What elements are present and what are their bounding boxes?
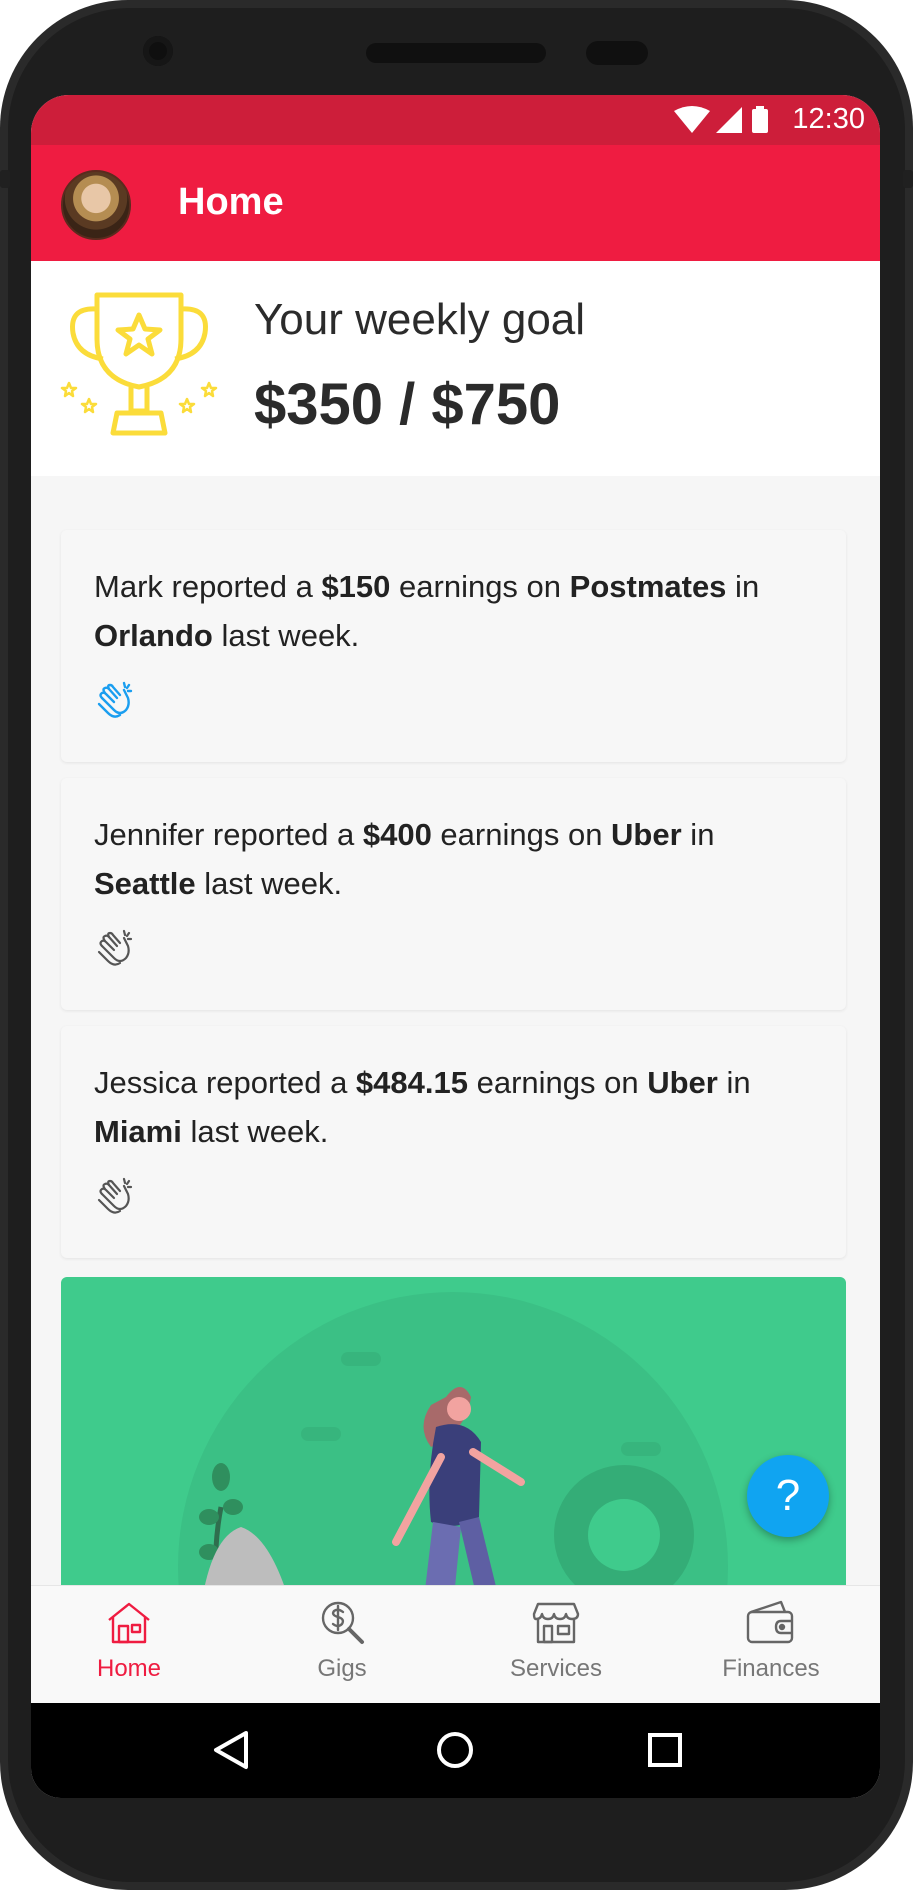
weekly-goal-amount: $350 / $750	[254, 372, 561, 437]
feed-card: Jessica reported a $484.15 earnings on U…	[61, 1026, 846, 1258]
tab-finances[interactable]: Finances	[671, 1598, 871, 1683]
cell-signal-icon	[716, 107, 742, 133]
trophy-icon	[60, 292, 218, 436]
gig-platform: Uber	[611, 817, 682, 852]
report-mid: earnings on	[431, 817, 612, 852]
help-button[interactable]: ?	[747, 1455, 829, 1537]
earning-amount: $400	[362, 817, 432, 852]
weekly-goal-panel: Your weekly goal $350 / $750	[31, 261, 880, 476]
status-time: 12:30	[792, 103, 865, 135]
report-in: in	[681, 817, 715, 852]
device-side-button-left	[0, 170, 10, 188]
proximity-sensor	[586, 41, 648, 65]
status-icons	[672, 105, 776, 140]
tab-home-label: Home	[96, 1655, 162, 1682]
reporter-name: Jennifer	[94, 817, 205, 852]
report-verb: reported a	[162, 569, 322, 604]
status-bar: 12:30	[31, 95, 880, 145]
weekly-goal-label: Your weekly goal	[254, 295, 586, 344]
report-in: in	[726, 569, 760, 604]
app-screen: 12:30 Home Your weekly goal $350 / $750 …	[31, 95, 880, 1798]
tab-home[interactable]: Home	[31, 1598, 229, 1683]
storefront-icon	[532, 1602, 580, 1644]
tab-gigs-label: Gigs	[317, 1655, 367, 1682]
report-in: in	[717, 1065, 751, 1100]
report-tail: last week.	[181, 1114, 329, 1149]
home-circle-icon[interactable]	[437, 1732, 473, 1768]
report-mid: earnings on	[467, 1065, 648, 1100]
earpiece-speaker	[366, 43, 546, 63]
feed-card: Mark reported a $150 earnings on Postmat…	[61, 530, 846, 762]
gig-platform: Uber	[647, 1065, 718, 1100]
back-icon[interactable]	[214, 1731, 248, 1769]
city: Miami	[94, 1114, 182, 1149]
report-tail: last week.	[195, 866, 343, 901]
device-side-button-right	[903, 170, 913, 188]
report-verb: reported a	[204, 817, 363, 852]
system-nav-bar	[31, 1703, 880, 1798]
feed-card: Jennifer reported a $400 earnings on Ube…	[61, 778, 846, 1010]
wifi-icon	[674, 106, 710, 133]
earning-amount: $484.15	[355, 1065, 468, 1100]
feed-card-text: Jennifer reported a $400 earnings on Ube…	[94, 810, 824, 908]
bottom-nav: Home Gigs Services Finances	[31, 1585, 880, 1704]
reporter-name: Mark	[94, 569, 163, 604]
report-verb: reported a	[197, 1065, 356, 1100]
avatar[interactable]	[61, 170, 131, 240]
clap-icon[interactable]	[94, 1176, 136, 1218]
front-camera	[143, 36, 173, 66]
feed-card-text: Mark reported a $150 earnings on Postmat…	[94, 562, 824, 660]
walking-woman-illustration	[178, 1292, 728, 1607]
city: Orlando	[94, 618, 213, 653]
reporter-name: Jessica	[94, 1065, 198, 1100]
tab-services[interactable]: Services	[456, 1598, 656, 1683]
battery-tip	[756, 106, 764, 110]
clap-icon[interactable]	[94, 928, 136, 970]
dollar-search-icon	[321, 1601, 364, 1644]
battery-icon	[752, 109, 768, 133]
report-mid: earnings on	[390, 569, 570, 604]
report-tail: last week.	[212, 618, 360, 653]
illustration-banner	[61, 1277, 846, 1607]
wifi-signal-battery-icon	[674, 106, 768, 133]
recents-icon[interactable]	[648, 1733, 682, 1767]
tab-services-label: Services	[509, 1655, 603, 1682]
city: Seattle	[94, 866, 196, 901]
page-title: Home	[178, 181, 284, 223]
wallet-icon	[746, 1600, 794, 1644]
device-frame: 12:30 Home Your weekly goal $350 / $750 …	[0, 0, 913, 1890]
tab-finances-label: Finances	[722, 1655, 820, 1682]
clap-icon[interactable]	[94, 680, 136, 722]
feed-card-text: Jessica reported a $484.15 earnings on U…	[94, 1058, 824, 1156]
house-icon	[108, 1602, 150, 1644]
gig-platform: Postmates	[569, 569, 727, 604]
app-bar: Home	[31, 145, 880, 261]
tab-gigs[interactable]: Gigs	[242, 1598, 442, 1683]
earning-amount: $150	[321, 569, 391, 604]
